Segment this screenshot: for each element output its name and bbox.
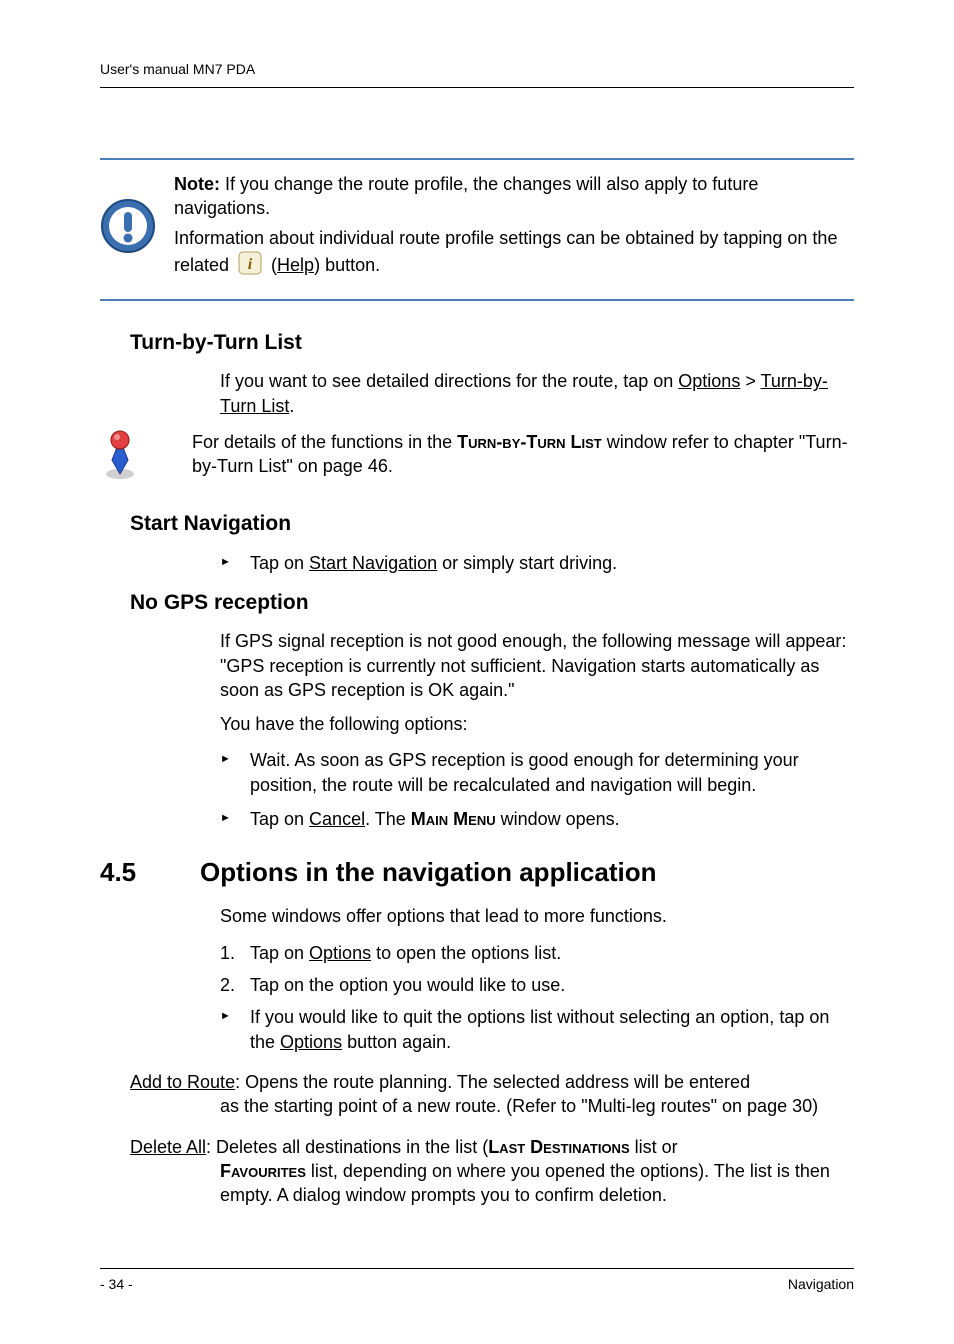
section-arrow-list: If you would like to quit the options li…: [220, 1005, 854, 1054]
n1b: to open the options list.: [371, 943, 561, 963]
def-add-label: Add to Route: [130, 1072, 235, 1092]
note-label: Note:: [174, 174, 220, 194]
note-text: Note: If you change the route profile, t…: [174, 172, 854, 287]
turn-info-row: For details of the functions in the Turn…: [100, 430, 854, 488]
def-del-c: list, depending on where you opened the …: [220, 1161, 830, 1205]
nogps-p2: You have the following options:: [220, 712, 854, 736]
footer-section: Navigation: [788, 1275, 854, 1294]
def-del-body: Favourites list, depending on where you …: [220, 1159, 854, 1208]
def-add-body-inline: : Opens the route planning. The selected…: [235, 1072, 750, 1092]
list-item: Tap on Start Navigation or simply start …: [220, 551, 854, 575]
def-del-label: Delete All: [130, 1137, 206, 1157]
alert-icon: [100, 198, 156, 260]
list-item: Wait. As soon as GPS reception is good e…: [220, 748, 854, 797]
nogps-li2c: window opens.: [496, 809, 620, 829]
note-p2b: ) button.: [314, 255, 380, 275]
nogps-p1: If GPS signal reception is not good enou…: [220, 629, 854, 702]
nogps-body: If GPS signal reception is not good enou…: [220, 629, 854, 736]
n2: Tap on the option you would like to use.: [250, 975, 565, 995]
turn-info-a: For details of the functions in the: [192, 432, 457, 452]
turn-p1b: .: [289, 396, 294, 416]
def-del-win2: Favourites: [220, 1161, 306, 1181]
n1a: Tap on: [250, 943, 309, 963]
nogps-li2u: Cancel: [309, 809, 365, 829]
startnav-list: Tap on Start Navigation or simply start …: [220, 551, 854, 575]
turn-gt: >: [740, 371, 760, 391]
def-del-win1: Last Destinations: [488, 1137, 629, 1157]
startnav-li1a: Tap on: [250, 553, 309, 573]
page-number: - 34 -: [100, 1275, 133, 1294]
step-num: 2.: [220, 973, 235, 997]
note-box: Note: If you change the route profile, t…: [100, 158, 854, 301]
list-item: Tap on Cancel. The Main Menu window open…: [220, 807, 854, 831]
note-p1: If you change the route profile, the cha…: [174, 174, 758, 218]
pushpin-icon: [100, 430, 144, 488]
section-arrowb: button again.: [342, 1032, 451, 1052]
list-item: If you would like to quit the options li…: [220, 1005, 854, 1054]
section-header: 4.5 Options in the navigation applicatio…: [100, 855, 854, 890]
note-p2a: Information about individual route profi…: [174, 228, 837, 274]
list-item: 2. Tap on the option you would like to u…: [220, 973, 854, 997]
section-steps: 1. Tap on Options to open the options li…: [220, 941, 854, 998]
page-footer: - 34 - Navigation: [100, 1268, 854, 1294]
def-add: Add to Route: Opens the route planning. …: [130, 1070, 854, 1119]
turn-body: If you want to see detailed directions f…: [220, 369, 854, 418]
startnav-li1u: Start Navigation: [309, 553, 437, 573]
startnav-li1b: or simply start driving.: [437, 553, 617, 573]
def-del: Delete All: Deletes all destinations in …: [130, 1135, 854, 1208]
page-header: User's manual MN7 PDA: [100, 60, 854, 88]
nogps-heading: No GPS reception: [130, 589, 854, 617]
turn-p1a: If you want to see detailed directions f…: [220, 371, 678, 391]
help-icon: i: [238, 251, 262, 281]
section-intro-text: Some windows offer options that lead to …: [220, 904, 854, 928]
section-arrowu: Options: [280, 1032, 342, 1052]
def-del-a: : Deletes all destinations in the list (: [206, 1137, 488, 1157]
turn-info-win: Turn-by-Turn List: [457, 432, 602, 452]
startnav-heading: Start Navigation: [130, 510, 854, 538]
help-label: Help: [277, 255, 314, 275]
turn-heading: Turn-by-Turn List: [130, 329, 854, 357]
nogps-li2b: . The: [365, 809, 411, 829]
nogps-li2win: Main Menu: [411, 809, 496, 829]
svg-text:i: i: [248, 256, 253, 273]
header-title: User's manual MN7 PDA: [100, 61, 255, 77]
step-num: 1.: [220, 941, 235, 965]
def-add-body: as the starting point of a new route. (R…: [220, 1094, 854, 1118]
nogps-list: Wait. As soon as GPS reception is good e…: [220, 748, 854, 831]
n1u: Options: [309, 943, 371, 963]
section-title: Options in the navigation application: [200, 855, 656, 890]
section-number: 4.5: [100, 855, 160, 890]
turn-info-text: For details of the functions in the Turn…: [192, 430, 854, 479]
list-item: 1. Tap on Options to open the options li…: [220, 941, 854, 965]
def-del-b: list or: [630, 1137, 678, 1157]
nogps-li2a: Tap on: [250, 809, 309, 829]
section-intro: Some windows offer options that lead to …: [220, 904, 854, 928]
turn-options: Options: [678, 371, 740, 391]
